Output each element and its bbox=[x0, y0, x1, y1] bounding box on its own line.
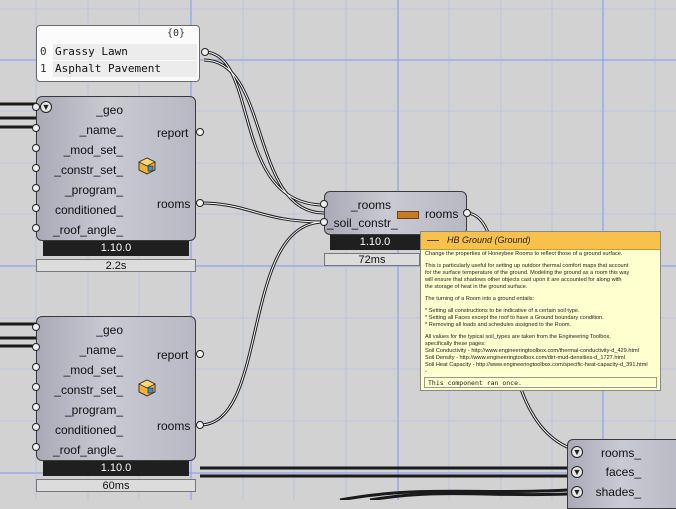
tooltip-paragraph: Change the properties of Honeybee Rooms … bbox=[425, 251, 623, 257]
input-name[interactable]: _name_ bbox=[57, 343, 123, 357]
input-grip[interactable] bbox=[32, 164, 40, 172]
hb-ground-component[interactable]: _rooms _soil_constr_ rooms bbox=[324, 191, 467, 235]
input-rooms[interactable]: _rooms bbox=[329, 198, 391, 212]
input-name[interactable]: _name_ bbox=[57, 123, 123, 137]
input-rooms[interactable]: rooms_ bbox=[584, 446, 641, 460]
input-grip[interactable] bbox=[320, 218, 328, 226]
tooltip-paragraph: The turning of a Room into a ground enta… bbox=[425, 296, 535, 302]
runtime-bar: 72ms bbox=[324, 253, 420, 266]
version-bar: 1.10.0 bbox=[43, 461, 189, 476]
input-mod-set[interactable]: _mod_set_ bbox=[47, 143, 123, 157]
input-grip[interactable] bbox=[32, 423, 40, 431]
hb-room-component-b[interactable]: _geo _name_ _mod_set_ _constr_set_ _prog… bbox=[36, 316, 196, 461]
output-grip[interactable] bbox=[196, 421, 204, 429]
runtime-bar: 60ms bbox=[36, 479, 196, 492]
panel-header: {0} bbox=[166, 28, 185, 39]
tooltip-paragraph: This is particularly useful for setting … bbox=[425, 263, 630, 290]
input-constr-set[interactable]: _constr_set_ bbox=[47, 383, 123, 397]
input-grip[interactable] bbox=[32, 144, 40, 152]
tooltip-title-bar: HB Ground (Ground) bbox=[421, 232, 660, 250]
input-grip[interactable] bbox=[32, 224, 40, 232]
input-grip[interactable] bbox=[32, 103, 40, 111]
down-arrow-icon[interactable]: ▼ bbox=[571, 466, 583, 478]
input-shades[interactable]: shades_ bbox=[584, 485, 641, 499]
input-geo[interactable]: _geo bbox=[57, 323, 123, 337]
input-grip[interactable] bbox=[320, 200, 328, 208]
output-grip[interactable] bbox=[196, 350, 204, 358]
hb-room-component-a[interactable]: ▼ _geo _name_ _mod_set_ _constr_set_ _pr… bbox=[36, 96, 196, 241]
output-grip[interactable] bbox=[463, 209, 471, 217]
soil-construction-icon bbox=[397, 211, 419, 219]
version-bar: 1.10.0 bbox=[43, 241, 189, 256]
panel-item[interactable]: 1 Asphalt Pavement bbox=[37, 61, 199, 77]
input-roof-angle[interactable]: _roof_angle_ bbox=[47, 223, 123, 237]
down-arrow-icon[interactable]: ▼ bbox=[571, 486, 583, 498]
runtime-bar: 2.2s bbox=[36, 259, 196, 272]
output-report[interactable]: report bbox=[157, 348, 188, 362]
input-program[interactable]: _program_ bbox=[47, 403, 123, 417]
panel-soil-types[interactable]: {0} 0 Grassy Lawn 1 Asphalt Pavement bbox=[36, 25, 209, 82]
panel-item[interactable]: 0 Grassy Lawn bbox=[37, 44, 199, 60]
panel-item-value: Asphalt Pavement bbox=[53, 61, 197, 77]
input-grip[interactable] bbox=[32, 363, 40, 371]
output-rooms[interactable]: rooms bbox=[157, 197, 190, 211]
panel-item-index: 1 bbox=[40, 62, 47, 75]
output-report[interactable]: report bbox=[157, 126, 188, 140]
output-rooms[interactable]: rooms bbox=[425, 207, 458, 221]
output-grip[interactable] bbox=[196, 199, 204, 207]
hb-model-component[interactable]: ▼ ▼ ▼ rooms_ faces_ shades_ bbox=[567, 439, 676, 509]
input-soil-constr[interactable]: _soil_constr_ bbox=[327, 216, 398, 230]
tooltip-footer: This component ran once. bbox=[424, 377, 657, 388]
input-constr-set[interactable]: _constr_set_ bbox=[47, 163, 123, 177]
panel-item-value: Grassy Lawn bbox=[53, 44, 197, 60]
input-grip[interactable] bbox=[32, 443, 40, 451]
input-roof-angle[interactable]: _roof_angle_ bbox=[47, 443, 123, 457]
input-conditioned[interactable]: conditioned_ bbox=[47, 423, 123, 437]
input-conditioned[interactable]: conditioned_ bbox=[47, 203, 123, 217]
input-grip[interactable] bbox=[32, 343, 40, 351]
input-mod-set[interactable]: _mod_set_ bbox=[47, 363, 123, 377]
tooltip-paragraph: * Setting all constructions to be indica… bbox=[425, 308, 604, 328]
input-geo[interactable]: _geo bbox=[57, 103, 123, 117]
version-bar: 1.10.0 bbox=[330, 235, 420, 250]
input-grip[interactable] bbox=[32, 323, 40, 331]
input-grip[interactable] bbox=[32, 383, 40, 391]
down-arrow-icon[interactable]: ▼ bbox=[571, 446, 583, 458]
panel-output-grip[interactable] bbox=[201, 48, 209, 56]
panel-item-index: 0 bbox=[40, 45, 47, 58]
component-tooltip: HB Ground (Ground) Change the properties… bbox=[420, 231, 661, 391]
honeybee-room-icon bbox=[138, 157, 156, 175]
tooltip-paragraph: All values for the typical soil_types ar… bbox=[425, 334, 648, 375]
input-grip[interactable] bbox=[32, 184, 40, 192]
input-faces[interactable]: faces_ bbox=[584, 465, 641, 479]
input-grip[interactable] bbox=[32, 124, 40, 132]
tooltip-body: Change the properties of Honeybee Rooms … bbox=[425, 251, 657, 381]
output-grip[interactable] bbox=[196, 128, 204, 136]
honeybee-room-icon bbox=[138, 379, 156, 397]
input-grip[interactable] bbox=[32, 403, 40, 411]
tooltip-dash-icon bbox=[427, 240, 439, 241]
output-rooms[interactable]: rooms bbox=[157, 419, 190, 433]
down-arrow-icon[interactable]: ▼ bbox=[40, 101, 52, 113]
input-grip[interactable] bbox=[32, 204, 40, 212]
input-program[interactable]: _program_ bbox=[47, 183, 123, 197]
